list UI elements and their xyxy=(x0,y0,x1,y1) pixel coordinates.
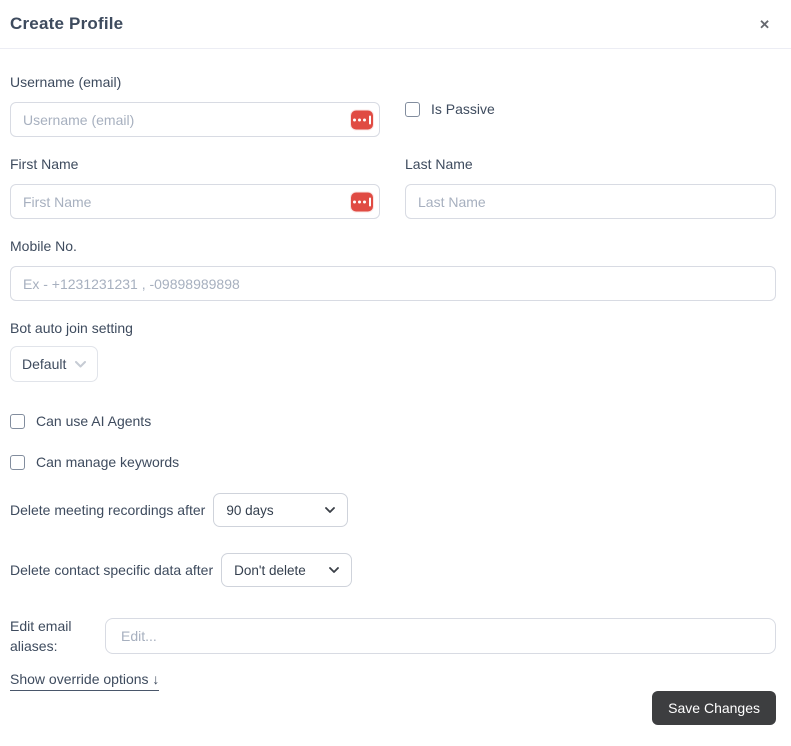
row-username: Username (email) Is Passive xyxy=(10,74,776,137)
email-aliases-label: Edit email aliases: xyxy=(10,618,72,655)
password-autofill-icon[interactable] xyxy=(351,192,373,211)
bot-auto-join-label: Bot auto join setting xyxy=(10,320,133,336)
keywords-label: Can manage keywords xyxy=(36,454,180,470)
modal-header: Create Profile ✕ xyxy=(0,0,791,49)
row-delete-recordings: Delete meeting recordings after 90 days xyxy=(10,493,776,527)
chevron-down-icon xyxy=(325,507,336,513)
delete-contact-data-label: Delete contact specific data after xyxy=(10,562,214,578)
page-title: Create Profile xyxy=(10,14,124,33)
bot-auto-join-value: Default xyxy=(22,356,67,372)
last-name-label: Last Name xyxy=(405,156,473,172)
username-label: Username (email) xyxy=(10,74,122,90)
bot-auto-join-select[interactable]: Default xyxy=(10,346,98,382)
is-passive-label: Is Passive xyxy=(431,101,495,117)
row-mobile: Mobile No. xyxy=(10,238,776,301)
show-override-options-link[interactable]: Show override options ↓ xyxy=(10,671,160,691)
keywords-checkbox-row[interactable]: Can manage keywords xyxy=(10,454,776,470)
email-aliases-input[interactable] xyxy=(105,618,776,655)
first-name-input[interactable] xyxy=(10,184,380,219)
create-profile-modal: Create Profile ✕ Username (email) Is Pas… xyxy=(0,0,791,744)
chevron-down-icon xyxy=(75,360,86,368)
row-names: First Name Last Name xyxy=(10,156,776,219)
keywords-checkbox[interactable] xyxy=(10,454,25,470)
mobile-input[interactable] xyxy=(10,266,776,301)
mobile-label: Mobile No. xyxy=(10,238,77,254)
delete-recordings-label: Delete meeting recordings after xyxy=(10,502,206,518)
is-passive-checkbox-row[interactable]: Is Passive xyxy=(405,101,776,117)
first-name-label: First Name xyxy=(10,156,79,172)
is-passive-checkbox[interactable] xyxy=(405,101,420,117)
delete-recordings-select[interactable]: 90 days xyxy=(213,493,349,527)
modal-body: Username (email) Is Passive First Name xyxy=(0,49,791,691)
delete-recordings-value: 90 days xyxy=(226,502,274,518)
save-changes-button[interactable]: Save Changes xyxy=(652,690,776,725)
close-icon[interactable]: ✕ xyxy=(755,14,774,35)
modal-footer: Save Changes xyxy=(0,690,791,746)
last-name-input[interactable] xyxy=(405,184,776,219)
row-email-aliases: Edit email aliases: xyxy=(10,616,776,657)
username-input[interactable] xyxy=(10,102,380,137)
ai-agents-label: Can use AI Agents xyxy=(36,413,152,429)
ai-agents-checkbox[interactable] xyxy=(10,413,25,429)
row-bot-auto-join: Bot auto join setting Default xyxy=(10,320,776,382)
delete-contact-data-value: Don't delete xyxy=(234,562,306,578)
row-delete-contact-data: Delete contact specific data after Don't… xyxy=(10,553,776,587)
password-autofill-icon[interactable] xyxy=(351,110,373,129)
delete-contact-data-select[interactable]: Don't delete xyxy=(221,553,353,587)
chevron-down-icon xyxy=(329,567,340,573)
ai-agents-checkbox-row[interactable]: Can use AI Agents xyxy=(10,413,776,429)
